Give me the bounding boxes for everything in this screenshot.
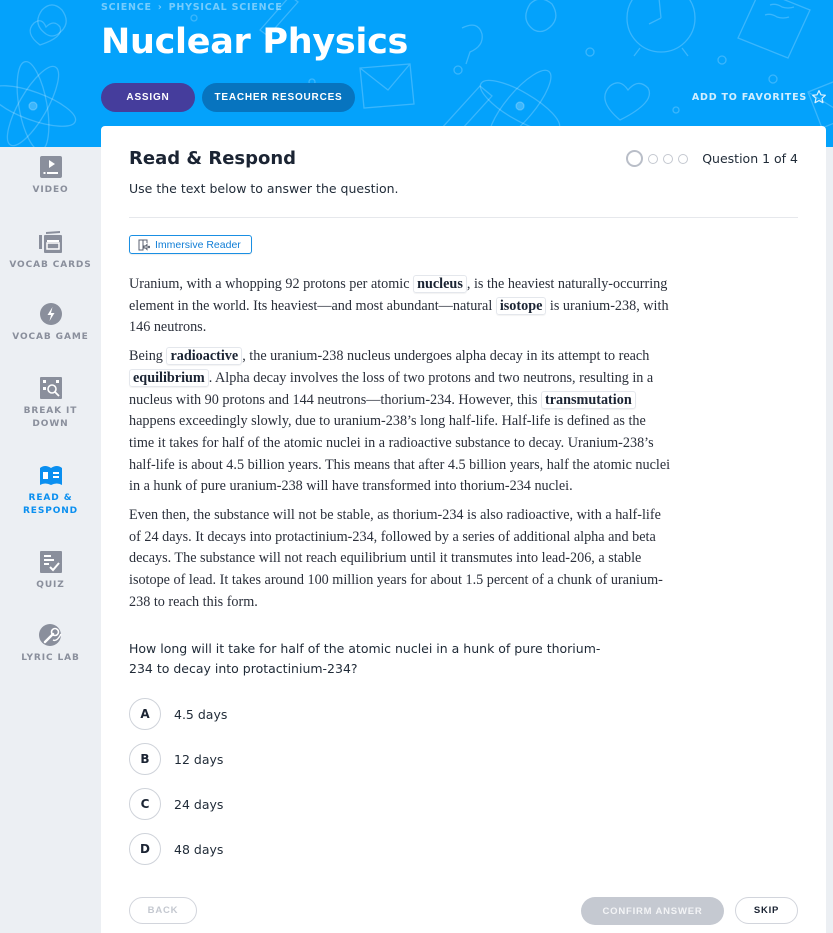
answer-option-c[interactable]: C 24 days xyxy=(129,788,227,820)
breadcrumb-science[interactable]: SCIENCE xyxy=(101,2,152,13)
vocab-cards-icon xyxy=(38,231,62,253)
sidebar-item-label: VOCAB CARDS xyxy=(9,260,92,270)
progress-dot xyxy=(663,153,674,164)
magnifier-icon xyxy=(39,377,62,399)
option-letter: C xyxy=(129,788,161,820)
vocab-word-equilibrium[interactable]: equilibrium xyxy=(129,368,209,387)
passage-text: happens exceedingly slowly, due to urani… xyxy=(129,413,671,495)
sidebar-item-label: VOCAB GAME xyxy=(12,332,89,342)
answer-options: A 4.5 days B 12 days C 24 days D 48 days xyxy=(129,698,227,878)
sidebar-item-read-respond[interactable]: READ & RESPOND xyxy=(0,464,101,518)
passage-text: Uranium, with a whopping 92 protons per … xyxy=(129,276,414,292)
passage-paragraph: Uranium, with a whopping 92 protons per … xyxy=(129,274,671,339)
vocab-word-transmutation[interactable]: transmutation xyxy=(541,390,636,409)
immersive-reader-label: Immersive Reader xyxy=(155,238,241,251)
sidebar-item-label: LYRIC LAB xyxy=(21,653,80,663)
page-title: Nuclear Physics xyxy=(101,22,409,62)
vocab-word-radioactive[interactable]: radioactive xyxy=(166,347,243,366)
question-counter: Question 1 of 4 xyxy=(702,151,798,166)
question-progress: Question 1 of 4 xyxy=(626,150,798,167)
sidebar-item-label: BREAK IT DOWN xyxy=(23,406,78,429)
sidebar-item-break-it-down[interactable]: BREAK IT DOWN xyxy=(0,377,101,431)
video-icon xyxy=(39,156,62,178)
checklist-icon xyxy=(39,551,62,573)
passage-text: , the uranium-238 nucleus undergoes alph… xyxy=(242,348,650,365)
breadcrumb-physical-science[interactable]: PHYSICAL SCIENCE xyxy=(169,2,283,13)
vocab-word-nucleus[interactable]: nucleus xyxy=(413,275,467,293)
option-text: 48 days xyxy=(174,841,224,857)
sidebar-item-lyric-lab[interactable]: LYRIC LAB xyxy=(0,624,101,665)
page-header: SCIENCE › PHYSICAL SCIENCE Nuclear Physi… xyxy=(0,0,833,147)
clock-doodle xyxy=(626,0,696,57)
skip-button[interactable]: SKIP xyxy=(735,897,798,924)
immersive-reader-icon xyxy=(138,239,150,251)
option-text: 24 days xyxy=(174,796,224,812)
assign-button[interactable]: ASSIGN xyxy=(101,83,195,112)
option-letter: A xyxy=(129,698,161,730)
immersive-reader-button[interactable]: Immersive Reader xyxy=(129,235,252,254)
question-prompt: How long will it take for half of the at… xyxy=(129,641,601,676)
answer-option-d[interactable]: D 48 days xyxy=(129,833,227,865)
lightning-icon xyxy=(39,303,62,325)
star-icon xyxy=(812,90,826,104)
pencil-doodle xyxy=(259,0,493,141)
teacher-resources-button[interactable]: TEACHER RESOURCES xyxy=(202,83,355,112)
sidebar-item-label: VIDEO xyxy=(32,185,69,195)
option-text: 4.5 days xyxy=(174,706,228,722)
chevron-right-icon: › xyxy=(157,2,163,13)
sidebar-item-quiz[interactable]: QUIZ xyxy=(0,551,101,592)
passage-paragraph: Even then, the substance will not be sta… xyxy=(129,507,663,610)
answer-option-a[interactable]: A 4.5 days xyxy=(129,698,227,730)
question-doodle xyxy=(453,24,483,75)
sidebar-item-video[interactable]: VIDEO xyxy=(0,156,101,197)
sidebar-item-vocab-game[interactable]: VOCAB GAME xyxy=(0,303,101,344)
progress-dot xyxy=(678,153,689,164)
confirm-answer-button[interactable]: CONFIRM ANSWER xyxy=(581,897,724,925)
passage-paragraph: Being radioactive, the uranium-238 nucle… xyxy=(129,346,671,498)
instructions: Use the text below to answer the questio… xyxy=(129,181,399,196)
option-text: 12 days xyxy=(174,751,224,767)
reading-passage: Uranium, with a whopping 92 protons per … xyxy=(129,274,671,621)
vocab-word-isotope[interactable]: isotope xyxy=(495,296,547,315)
back-button[interactable]: BACK xyxy=(129,897,197,924)
divider xyxy=(129,217,798,218)
answer-option-b[interactable]: B 12 days xyxy=(129,743,227,775)
open-book-icon xyxy=(39,466,62,485)
notebook-doodle xyxy=(737,0,811,59)
add-to-favorites-label: ADD TO FAVORITES xyxy=(691,91,807,103)
atom-doodle-left xyxy=(0,60,77,147)
option-letter: D xyxy=(129,833,161,865)
progress-dot-current xyxy=(626,150,644,167)
sidebar-item-label: READ & RESPOND xyxy=(22,493,79,516)
sidebar-item-label: QUIZ xyxy=(36,580,65,590)
read-respond-card: Read & Respond Use the text below to ans… xyxy=(101,126,826,933)
breadcrumb: SCIENCE › PHYSICAL SCIENCE xyxy=(101,2,282,13)
section-title: Read & Respond xyxy=(129,148,297,169)
passage-text: Being xyxy=(129,348,167,365)
add-to-favorites-button[interactable]: ADD TO FAVORITES xyxy=(692,89,827,105)
progress-dot xyxy=(648,153,659,164)
option-letter: B xyxy=(129,743,161,775)
microphone-icon xyxy=(38,624,62,646)
sidebar-item-vocab-cards[interactable]: VOCAB CARDS xyxy=(0,231,101,272)
